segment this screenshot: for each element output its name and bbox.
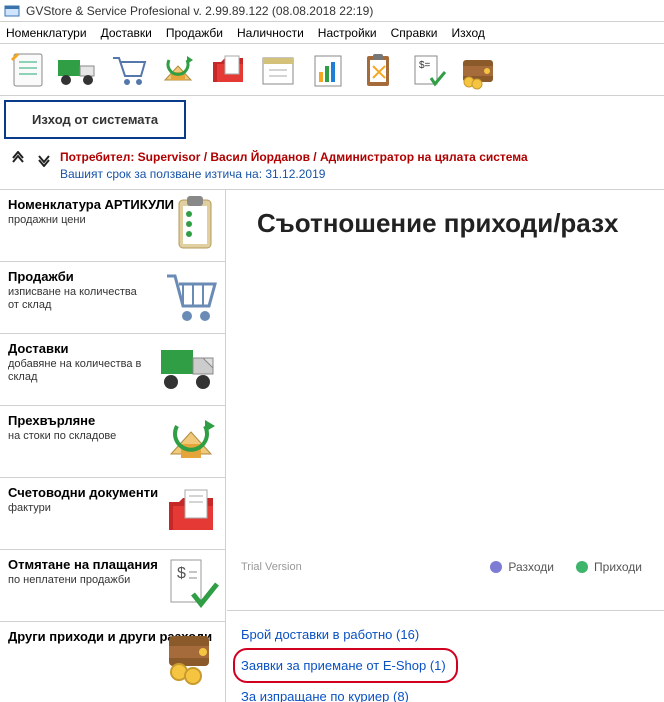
link-courier-send[interactable]: За изпращане по куриер (8) xyxy=(241,689,409,702)
exit-row: Изход от системата xyxy=(0,96,664,139)
invoice-check-icon: $ xyxy=(161,554,221,617)
toolbar-transfer-icon[interactable] xyxy=(154,46,202,94)
license-expiry-label: Вашият срок за ползване изтича на: xyxy=(60,167,265,181)
toolbar-truck-icon[interactable] xyxy=(54,46,102,94)
license-expiry-date: 31.12.2019 xyxy=(265,167,325,181)
user-line: Потребител: Supervisor / Васил Йорданов … xyxy=(60,149,528,166)
sidebar-item-sub: продажни цени xyxy=(8,214,148,227)
menu-help[interactable]: Справки xyxy=(391,26,438,40)
menu-nomenclatures[interactable]: Номенклатури xyxy=(6,26,87,40)
svg-text:$=: $= xyxy=(419,60,431,71)
folder-docs-icon xyxy=(161,482,221,545)
chart-title: Съотношение приходи/разх xyxy=(227,190,664,239)
menu-exit[interactable]: Изход xyxy=(451,26,484,40)
highlight-ring: Заявки за приемане от E-Shop (1) xyxy=(233,648,458,683)
clipboard-list-icon xyxy=(169,194,221,257)
sidebar-item-deliveries[interactable]: Доставки добавяне на количества в склад xyxy=(0,334,225,406)
trial-version-label: Trial Version xyxy=(241,561,302,573)
legend-expenses-label: Разходи xyxy=(508,560,554,574)
toolbar-invoice-check-icon[interactable]: $= xyxy=(404,46,452,94)
sidebar-item-sub: добавяне на количества в склад xyxy=(8,358,148,384)
svg-text:$: $ xyxy=(177,565,186,582)
legend-dot-expenses-icon xyxy=(490,561,502,573)
sidebar-item-sub: по неплатени продажби xyxy=(8,574,148,587)
exit-system-button[interactable]: Изход от системата xyxy=(4,100,186,139)
toolbar-folder-icon[interactable] xyxy=(204,46,252,94)
toolbar-wallet-icon[interactable] xyxy=(454,46,502,94)
sidebar-item-sub: на стоки по складове xyxy=(8,430,148,443)
truck-icon xyxy=(157,338,221,401)
app-icon xyxy=(4,3,20,19)
toolbar: $= xyxy=(0,44,664,96)
menu-deliveries[interactable]: Доставки xyxy=(101,26,152,40)
sidebar-item-sub: изписване на количества от склад xyxy=(8,286,148,312)
legend-expenses: Разходи xyxy=(490,560,554,574)
menubar: Номенклатури Доставки Продажби Наличност… xyxy=(0,22,664,44)
sidebar-item-transfer[interactable]: Прехвърляне на стоки по складове xyxy=(0,406,225,478)
toolbar-clipboard-icon[interactable] xyxy=(354,46,402,94)
window-title: GVStore & Service Profesional v. 2.99.89… xyxy=(26,4,373,18)
sidebar-item-articles[interactable]: Номенклатура АРТИКУЛИ продажни цени xyxy=(0,190,225,262)
titlebar: GVStore & Service Profesional v. 2.99.89… xyxy=(0,0,664,22)
link-eshop-requests[interactable]: Заявки за приемане от E-Shop (1) xyxy=(241,658,446,673)
quick-links: Брой доставки в работно (16) Заявки за п… xyxy=(227,610,664,702)
chevron-down-icon[interactable] xyxy=(36,151,52,170)
sidebar-item-other[interactable]: Други приходи и други разходи xyxy=(0,622,225,694)
toolbar-calendar-icon[interactable] xyxy=(254,46,302,94)
main-panel: Съотношение приходи/разх Trial Version Р… xyxy=(226,190,664,702)
sidebar-item-accounting[interactable]: Счетоводни документи фактури xyxy=(0,478,225,550)
house-transfer-icon xyxy=(161,410,221,473)
legend-income-label: Приходи xyxy=(594,560,642,574)
legend-income: Приходи xyxy=(576,560,642,574)
menu-sales[interactable]: Продажби xyxy=(166,26,223,40)
legend-dot-income-icon xyxy=(576,561,588,573)
link-deliveries-in-progress[interactable]: Брой доставки в работно (16) xyxy=(241,627,419,642)
sidebar-item-sub: фактури xyxy=(8,502,148,515)
sidebar: Номенклатура АРТИКУЛИ продажни цени Прод… xyxy=(0,190,226,702)
license-expiry: Вашият срок за ползване изтича на: 31.12… xyxy=(60,166,528,183)
chevron-up-icon[interactable] xyxy=(10,151,26,170)
sidebar-item-payments[interactable]: Отмятане на плащания по неплатени продаж… xyxy=(0,550,225,622)
chart-legend: Разходи Приходи xyxy=(490,560,642,574)
user-info-row: Потребител: Supervisor / Васил Йорданов … xyxy=(0,139,664,189)
wallet-coins-icon xyxy=(161,626,221,689)
menu-stock[interactable]: Наличности xyxy=(237,26,304,40)
sidebar-item-sales[interactable]: Продажби изписване на количества от скла… xyxy=(0,262,225,334)
toolbar-list-icon[interactable] xyxy=(4,46,52,94)
cart-icon xyxy=(161,266,221,329)
menu-settings[interactable]: Настройки xyxy=(318,26,377,40)
toolbar-cart-icon[interactable] xyxy=(104,46,152,94)
toolbar-report-icon[interactable] xyxy=(304,46,352,94)
